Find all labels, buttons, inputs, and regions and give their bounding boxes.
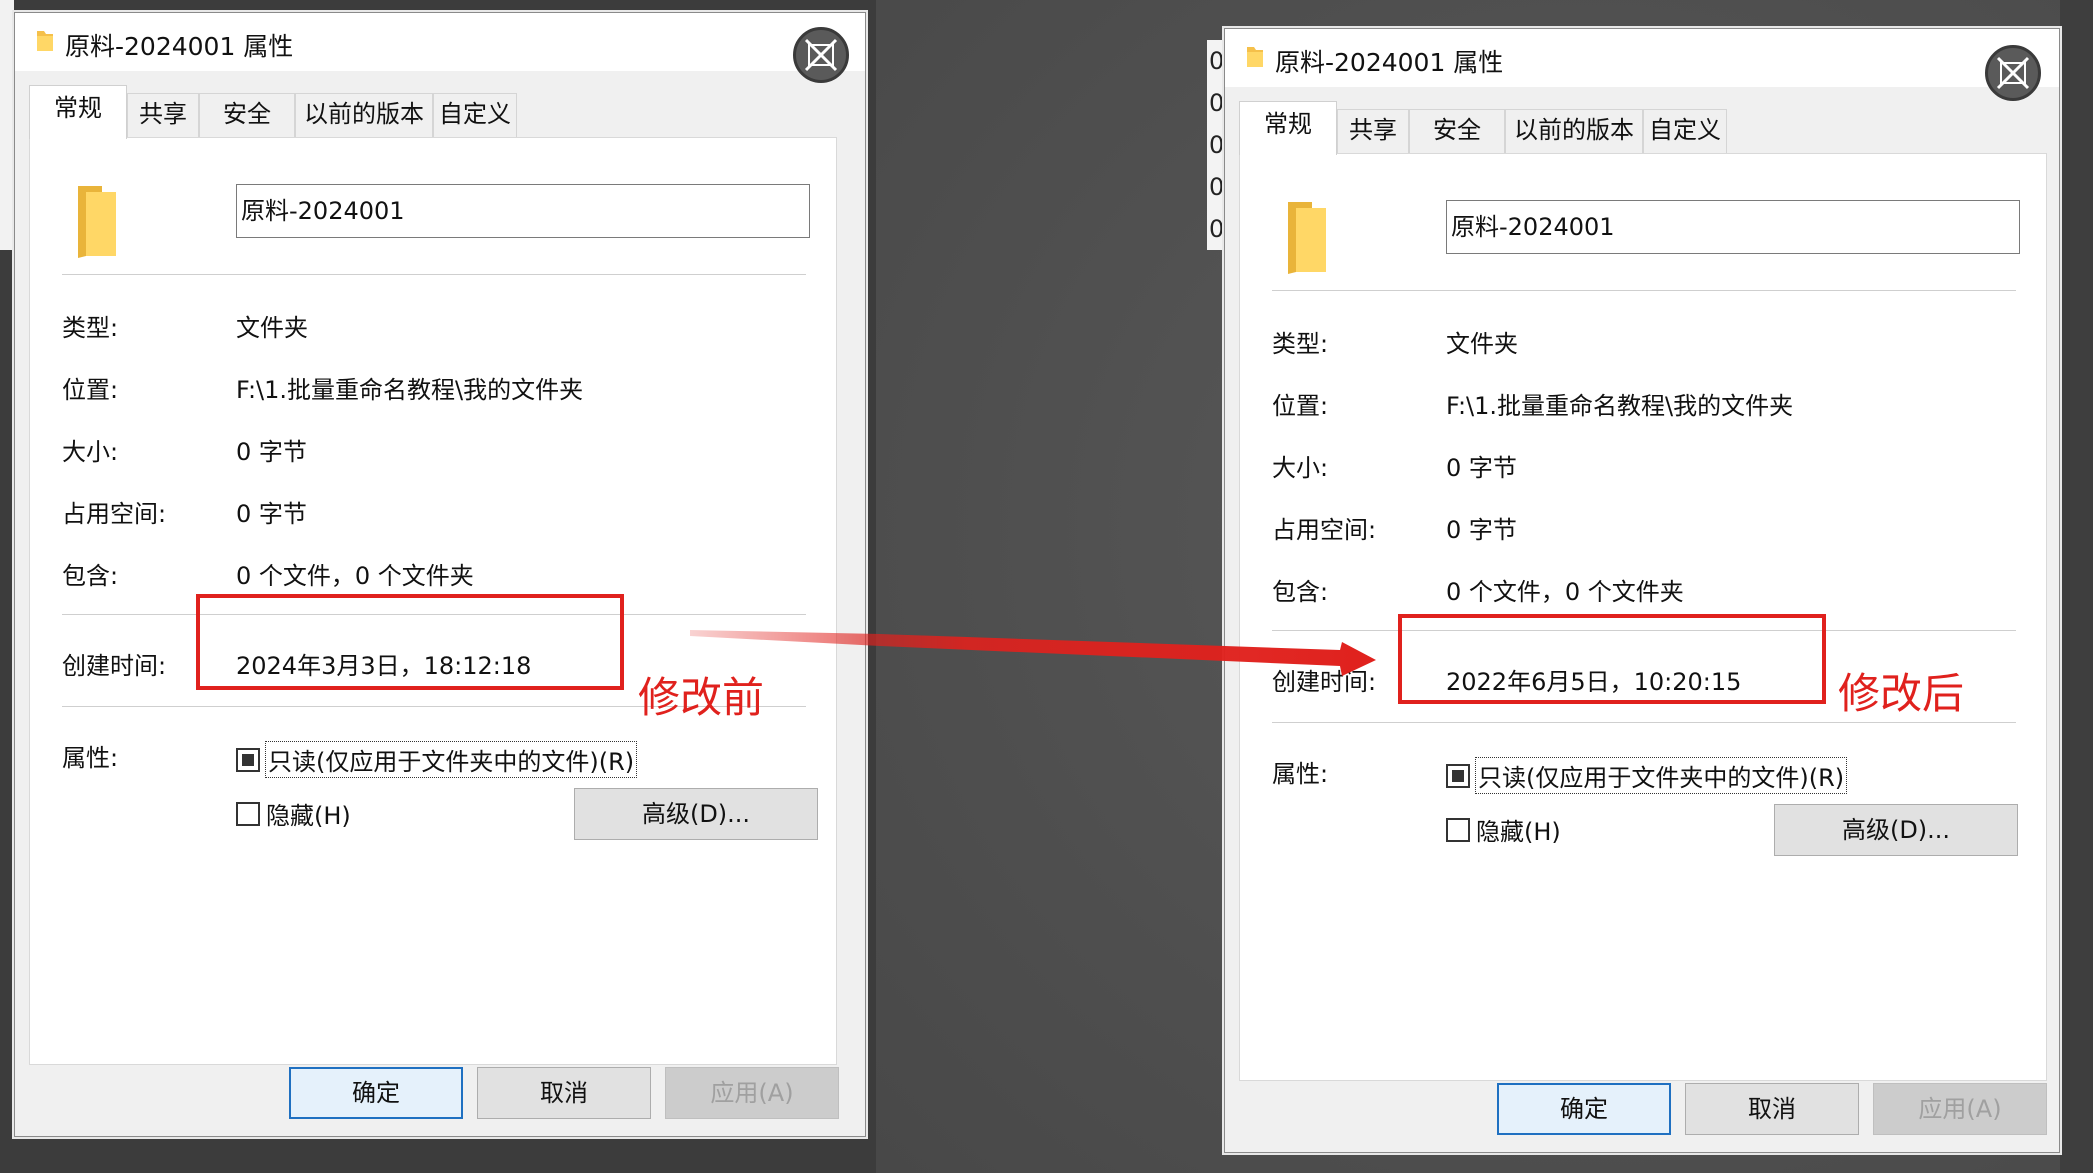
location-label: 位置: bbox=[62, 376, 119, 404]
size-value: 0 字节 bbox=[236, 438, 307, 466]
tab-customize[interactable]: 自定义 bbox=[433, 93, 517, 137]
readonly-checkbox[interactable] bbox=[1446, 764, 1470, 788]
highlight-box-before bbox=[196, 594, 624, 690]
size-on-disk-value: 0 字节 bbox=[236, 500, 307, 528]
folder-icon bbox=[1247, 47, 1263, 67]
cancel-button[interactable]: 取消 bbox=[477, 1067, 651, 1119]
advanced-button[interactable]: 高级(D)... bbox=[574, 788, 818, 840]
type-value: 文件夹 bbox=[1446, 330, 1518, 358]
title-bar[interactable]: 原料-2024001 属性 bbox=[15, 13, 865, 83]
readonly-checkbox[interactable] bbox=[236, 748, 260, 772]
location-value: F:\1.批量重命名教程\我的文件夹 bbox=[1446, 392, 1794, 420]
contains-value: 0 个文件，0 个文件夹 bbox=[236, 562, 474, 590]
tab-previous-versions[interactable]: 以前的版本 bbox=[295, 93, 433, 137]
tab-sharing[interactable]: 共享 bbox=[127, 93, 199, 137]
peek-char: 0 bbox=[1209, 47, 1225, 75]
background-peek-text: 0 0 0 0 0 bbox=[1207, 40, 1225, 250]
type-label: 类型: bbox=[62, 314, 119, 342]
dialog-title: 原料-2024001 属性 bbox=[1275, 48, 1504, 77]
dialog-title: 原料-2024001 属性 bbox=[65, 32, 294, 61]
size-value: 0 字节 bbox=[1446, 454, 1517, 482]
size-label: 大小: bbox=[1272, 454, 1329, 482]
apply-button[interactable]: 应用(A) bbox=[1873, 1083, 2047, 1135]
readonly-label[interactable]: 只读(仅应用于文件夹中的文件)(R) bbox=[1474, 757, 1848, 794]
annotation-before: 修改前 bbox=[638, 673, 765, 722]
size-on-disk-label: 占用空间: bbox=[1272, 516, 1377, 544]
size-label: 大小: bbox=[62, 438, 119, 466]
tab-security[interactable]: 安全 bbox=[199, 93, 295, 137]
hidden-label[interactable]: 隐藏(H) bbox=[1476, 812, 1561, 847]
tab-previous-versions[interactable]: 以前的版本 bbox=[1505, 109, 1643, 153]
highlight-box-after bbox=[1398, 614, 1826, 704]
tab-general[interactable]: 常规 bbox=[29, 85, 127, 139]
hidden-checkbox[interactable] bbox=[236, 802, 260, 826]
created-label: 创建时间: bbox=[1272, 668, 1377, 696]
created-label: 创建时间: bbox=[62, 652, 167, 680]
type-label: 类型: bbox=[1272, 330, 1329, 358]
ok-button[interactable]: 确定 bbox=[289, 1067, 463, 1119]
translate-close-icon[interactable] bbox=[1985, 45, 2041, 101]
size-on-disk-label: 占用空间: bbox=[62, 500, 167, 528]
hidden-label[interactable]: 隐藏(H) bbox=[266, 796, 351, 831]
cancel-button[interactable]: 取消 bbox=[1685, 1083, 1859, 1135]
contains-label: 包含: bbox=[1272, 578, 1329, 606]
ok-button[interactable]: 确定 bbox=[1497, 1083, 1671, 1135]
annotation-after: 修改后 bbox=[1838, 669, 1965, 718]
peek-char: 0 bbox=[1209, 89, 1225, 117]
readonly-label[interactable]: 只读(仅应用于文件夹中的文件)(R) bbox=[264, 741, 638, 778]
tab-customize[interactable]: 自定义 bbox=[1643, 109, 1727, 153]
properties-dialog-after: 原料-2024001 属性 常规 共享 安全 以前的版本 自定义 原料-2024… bbox=[1224, 28, 2060, 1153]
folder-name-input[interactable]: 原料-2024001 bbox=[236, 184, 810, 238]
folder-icon bbox=[78, 186, 116, 258]
peek-char: 0 bbox=[1209, 173, 1225, 201]
folder-icon bbox=[1288, 202, 1326, 274]
translate-close-icon[interactable] bbox=[793, 27, 849, 83]
separator bbox=[1272, 290, 2016, 291]
advanced-button[interactable]: 高级(D)... bbox=[1774, 804, 2018, 856]
contains-label: 包含: bbox=[62, 562, 119, 590]
type-value: 文件夹 bbox=[236, 314, 308, 342]
background-window-edge bbox=[0, 0, 14, 250]
properties-dialog-before: 原料-2024001 属性 常规 共享 安全 以前的版本 自定义 原料-2024… bbox=[14, 12, 866, 1137]
hidden-checkbox[interactable] bbox=[1446, 818, 1470, 842]
location-value: F:\1.批量重命名教程\我的文件夹 bbox=[236, 376, 584, 404]
peek-char: 0 bbox=[1209, 131, 1225, 159]
title-bar[interactable]: 原料-2024001 属性 bbox=[1225, 29, 2059, 101]
location-label: 位置: bbox=[1272, 392, 1329, 420]
folder-icon bbox=[37, 31, 53, 51]
separator bbox=[1272, 722, 2016, 723]
background-right bbox=[2060, 0, 2093, 1173]
contains-value: 0 个文件，0 个文件夹 bbox=[1446, 578, 1684, 606]
tab-security[interactable]: 安全 bbox=[1409, 109, 1505, 153]
tab-general[interactable]: 常规 bbox=[1239, 101, 1337, 155]
apply-button[interactable]: 应用(A) bbox=[665, 1067, 839, 1119]
separator bbox=[62, 274, 806, 275]
attributes-label: 属性: bbox=[62, 744, 119, 772]
peek-char: 0 bbox=[1209, 215, 1225, 243]
folder-name-input[interactable]: 原料-2024001 bbox=[1446, 200, 2020, 254]
attributes-label: 属性: bbox=[1272, 760, 1329, 788]
tab-sharing[interactable]: 共享 bbox=[1337, 109, 1409, 153]
size-on-disk-value: 0 字节 bbox=[1446, 516, 1517, 544]
